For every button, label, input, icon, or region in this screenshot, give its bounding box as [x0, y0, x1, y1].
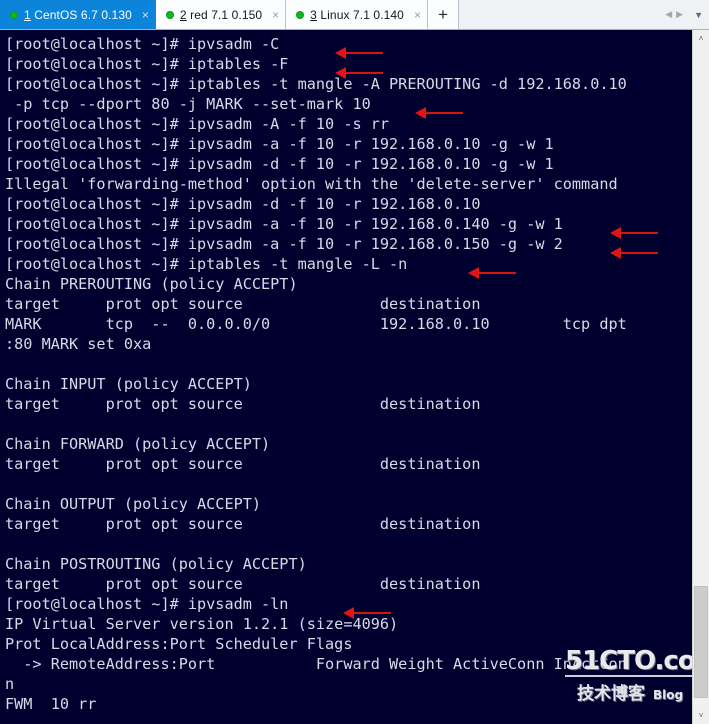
- terminal-line: Prot LocalAddress:Port Scheduler Flags: [5, 635, 353, 653]
- tab-title-text: Linux 7.1 0.140: [316, 7, 404, 22]
- terminal-line: -> RemoteAddress:Port Forward Weight Act…: [5, 655, 627, 673]
- terminal-line: [root@localhost ~]# ipvsadm -A -f 10 -s …: [5, 115, 390, 133]
- terminal-line: Chain PREROUTING (policy ACCEPT): [5, 275, 298, 293]
- arrow-add-rs-140: [610, 227, 658, 239]
- terminal-line: [root@localhost ~]# ipvsadm -d -f 10 -r …: [5, 195, 481, 213]
- arrow-iptables-flush: [335, 67, 383, 79]
- terminal-line: FWM 10 rr: [5, 695, 97, 713]
- tab-accelerator-number: 2: [179, 7, 187, 22]
- terminal-line: Chain OUTPUT (policy ACCEPT): [5, 495, 262, 513]
- terminal-line: [root@localhost ~]# iptables -t mangle -…: [5, 255, 408, 273]
- tab-bar-spacer: [458, 0, 666, 29]
- terminal-line: target prot opt source destination: [5, 515, 481, 533]
- terminal-line: Chain FORWARD (policy ACCEPT): [5, 435, 271, 453]
- terminal-line: [root@localhost ~]# iptables -F: [5, 55, 289, 73]
- status-dot-icon: [10, 10, 18, 19]
- new-tab-button[interactable]: +: [427, 0, 459, 29]
- arrow-mangle-list: [468, 267, 516, 279]
- tab-accelerator-number: 3: [310, 7, 317, 22]
- scroll-up-icon[interactable]: ˄: [693, 30, 709, 47]
- terminal-line: Illegal 'forwarding-method' option with …: [5, 175, 618, 193]
- tab-label: 3 Linux 7.1 0.140: [310, 8, 404, 22]
- terminal-line: [root@localhost ~]# ipvsadm -C: [5, 35, 280, 53]
- close-icon[interactable]: ×: [142, 9, 149, 21]
- tab-label: 1 CentOS 6.7 0.130: [24, 8, 132, 22]
- scroll-down-icon[interactable]: ˅: [693, 707, 709, 724]
- terminal-line: Chain POSTROUTING (policy ACCEPT): [5, 555, 307, 573]
- terminal-line: Chain INPUT (policy ACCEPT): [5, 375, 252, 393]
- terminal-line: [root@localhost ~]# ipvsadm -a -f 10 -r …: [5, 135, 554, 153]
- terminal-line: -p tcp --dport 80 -j MARK --set-mark 10: [5, 95, 371, 113]
- terminal-line: [root@localhost ~]# ipvsadm -a -f 10 -r …: [5, 215, 563, 233]
- tab-red-7-1[interactable]: 2 red 7.1 0.150 ×: [155, 0, 287, 29]
- arrow-ipvsadm-clear: [335, 47, 383, 59]
- terminal-line: [root@localhost ~]# ipvsadm -a -f 10 -r …: [5, 235, 563, 253]
- tab-linux-7-1[interactable]: 3 Linux 7.1 0.140 ×: [286, 0, 428, 29]
- terminal-line: :80 MARK set 0xa: [5, 335, 152, 353]
- arrow-add-rs-150: [610, 247, 658, 259]
- status-dot-icon: [165, 10, 174, 19]
- terminal-line: target prot opt source destination: [5, 295, 481, 313]
- tab-bar: 1 CentOS 6.7 0.130 × 2 red 7.1 0.150 × 3…: [0, 0, 709, 30]
- status-dot-icon: [296, 10, 305, 19]
- tab-title-text: CentOS 6.7 0.130: [30, 7, 132, 22]
- tab-accelerator-number: 1: [24, 7, 31, 22]
- terminal-line: MARK tcp -- 0.0.0.0/0 192.168.0.10 tcp d…: [5, 315, 627, 333]
- terminal-line: [root@localhost ~]# ipvsadm -d -f 10 -r …: [5, 155, 554, 173]
- terminal-screen[interactable]: [root@localhost ~]# ipvsadm -C [root@loca…: [0, 30, 692, 724]
- terminal-line: [root@localhost ~]# iptables -t mangle -…: [5, 75, 627, 93]
- terminal-line: target prot opt source destination: [5, 395, 481, 413]
- close-icon[interactable]: ×: [272, 9, 279, 21]
- arrow-ipvsadm-ln: [343, 607, 391, 619]
- tab-centos-6-7[interactable]: 1 CentOS 6.7 0.130 ×: [0, 0, 156, 29]
- terminal-line: target prot opt source destination: [5, 455, 481, 473]
- arrow-set-mark: [415, 107, 463, 119]
- terminal-line: target prot opt source destination: [5, 575, 481, 593]
- terminal-window: 1 CentOS 6.7 0.130 × 2 red 7.1 0.150 × 3…: [0, 0, 709, 724]
- close-icon[interactable]: ×: [414, 9, 421, 21]
- terminal-line: n: [5, 675, 15, 693]
- chevron-left-icon[interactable]: ◀: [665, 9, 672, 20]
- tab-title-text: red 7.1 0.150: [186, 7, 263, 22]
- chevron-down-icon[interactable]: ▼: [694, 10, 703, 20]
- vertical-scrollbar[interactable]: ˄ ˅: [692, 30, 709, 724]
- tab-nav-controls: ◀ ▶ ▼: [665, 0, 709, 29]
- tab-label: 2 red 7.1 0.150: [180, 8, 262, 22]
- chevron-right-icon[interactable]: ▶: [676, 9, 683, 20]
- scrollbar-thumb[interactable]: [694, 586, 708, 698]
